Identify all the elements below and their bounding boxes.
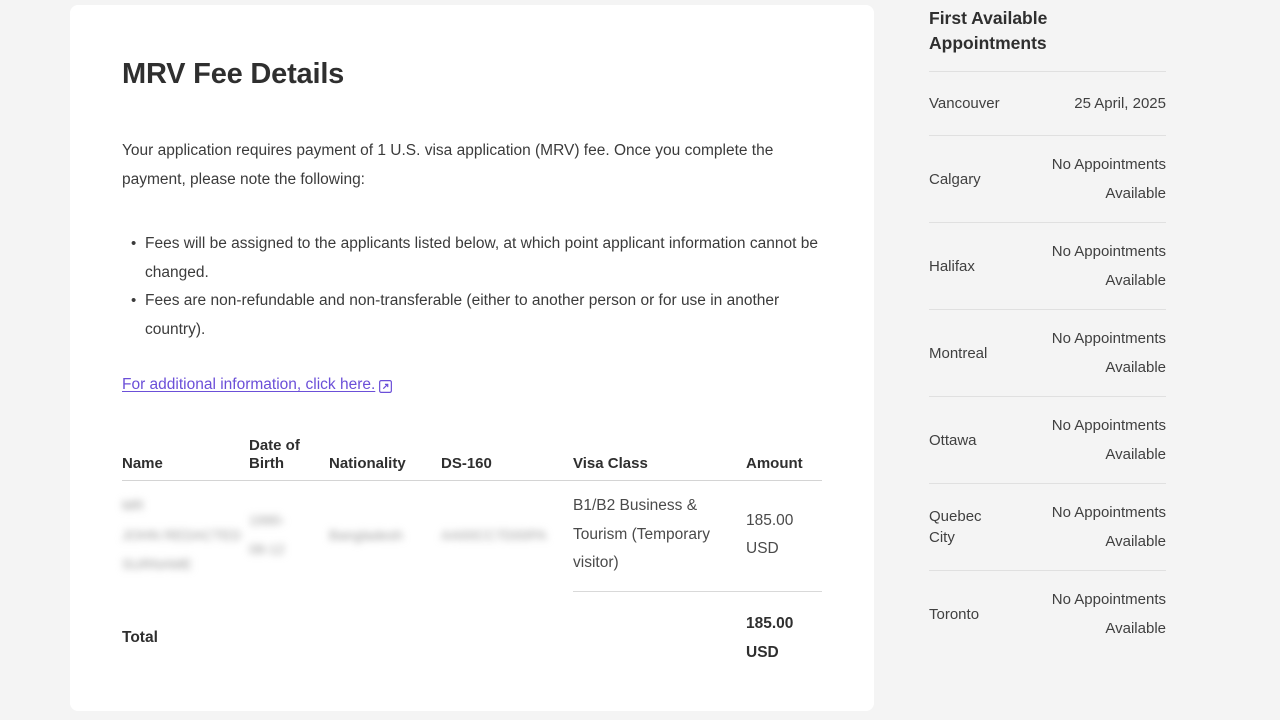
appointment-status: No Appointments Available <box>1051 156 1166 202</box>
appointment-status: No Appointments Available <box>1051 243 1166 289</box>
list-item: Halifax No Appointments Available <box>929 222 1166 309</box>
redacted-date-of-birth: 1990- 08-12 <box>249 511 285 558</box>
intro-paragraph: Your application requires payment of 1 U… <box>122 142 774 188</box>
list-item: Calgary No Appointments Available <box>929 135 1166 222</box>
appointment-status: No Appointments Available <box>1051 591 1166 637</box>
list-item: Quebec City No Appointments Available <box>929 483 1166 570</box>
list-item: Fees are non-refundable and non-transfer… <box>131 287 822 344</box>
total-spacer-2 <box>329 592 441 680</box>
appointment-city: Montreal <box>929 344 988 362</box>
list-item: Fees will be assigned to the applicants … <box>131 230 822 287</box>
table-header-row: Name Date of Birth Nationality DS-160 Vi… <box>122 437 822 481</box>
total-spacer-3 <box>441 592 573 680</box>
column-header-ds160: DS-160 <box>441 455 492 472</box>
redacted-name: MR JOHN REDACTED SURNAME <box>122 497 242 572</box>
additional-information-link[interactable]: For additional information, click here. <box>122 374 375 396</box>
appointment-status: 25 April, 2025 <box>1074 95 1166 112</box>
fee-notes-list: Fees will be assigned to the applicants … <box>122 230 822 344</box>
cell-visa-class: B1/B2 Business & Tourism (Temporary visi… <box>573 480 746 592</box>
fee-table-body: MR JOHN REDACTED SURNAME 1990- 08-12 Ban… <box>122 480 822 680</box>
column-header-name: Name <box>122 455 163 472</box>
appointment-status: No Appointments Available <box>1051 417 1166 463</box>
total-label: Total <box>122 629 158 646</box>
external-link-icon[interactable] <box>379 379 393 393</box>
cell-ds160: AA00CC7D00PA <box>441 481 573 592</box>
card-content: MRV Fee Details Your application require… <box>70 5 874 679</box>
column-header-nationality: Nationality <box>329 455 406 472</box>
page-title: MRV Fee Details <box>122 58 345 90</box>
list-item: Toronto No Appointments Available <box>929 570 1166 657</box>
mrv-fee-card: MRV Fee Details Your application require… <box>70 5 874 711</box>
total-amount: 185.00 USD <box>746 615 794 661</box>
column-header-visa-class: Visa Class <box>573 455 648 472</box>
appointment-city: Vancouver <box>929 95 1000 112</box>
table-row: MR JOHN REDACTED SURNAME 1990- 08-12 Ban… <box>122 480 822 592</box>
first-available-appointments-panel: First Available Appointments Vancouver 2… <box>929 0 1166 657</box>
list-item: Vancouver 25 April, 2025 <box>929 71 1166 135</box>
list-item: Montreal No Appointments Available <box>929 309 1166 396</box>
table-total-row: Total 185.00 USD <box>122 592 822 680</box>
redacted-ds160: AA00CC7D00PA <box>441 526 547 543</box>
list-item: Ottawa No Appointments Available <box>929 396 1166 483</box>
column-header-amount: Amount <box>746 455 803 472</box>
cell-amount: 185.00 USD <box>746 480 822 592</box>
cell-date-of-birth: 1990- 08-12 <box>249 481 329 592</box>
appointment-city: Ottawa <box>929 431 977 449</box>
appointment-city: Halifax <box>929 257 975 275</box>
appointment-city: Quebec City <box>929 508 982 546</box>
appointment-city: Toronto <box>929 605 980 623</box>
total-spacer-4 <box>573 592 746 680</box>
column-header-date-of-birth: Date of Birth <box>249 437 300 472</box>
fee-table-header: Name Date of Birth Nationality DS-160 Vi… <box>122 437 822 481</box>
mrv-fee-table: Name Date of Birth Nationality DS-160 Vi… <box>122 437 822 679</box>
cell-nationality: Bangladesh <box>329 481 441 592</box>
appointment-status: No Appointments Available <box>1051 504 1166 550</box>
appointment-status: No Appointments Available <box>1051 330 1166 376</box>
total-spacer-1 <box>249 592 329 680</box>
appointment-city: Calgary <box>929 170 981 188</box>
appointments-list: Vancouver 25 April, 2025 Calgary No Appo… <box>929 71 1166 657</box>
additional-info-row: For additional information, click here. <box>122 374 822 396</box>
appointments-panel-title: First Available Appointments <box>929 8 1048 53</box>
redacted-nationality: Bangladesh <box>329 526 403 543</box>
cell-name: MR JOHN REDACTED SURNAME <box>122 481 249 592</box>
